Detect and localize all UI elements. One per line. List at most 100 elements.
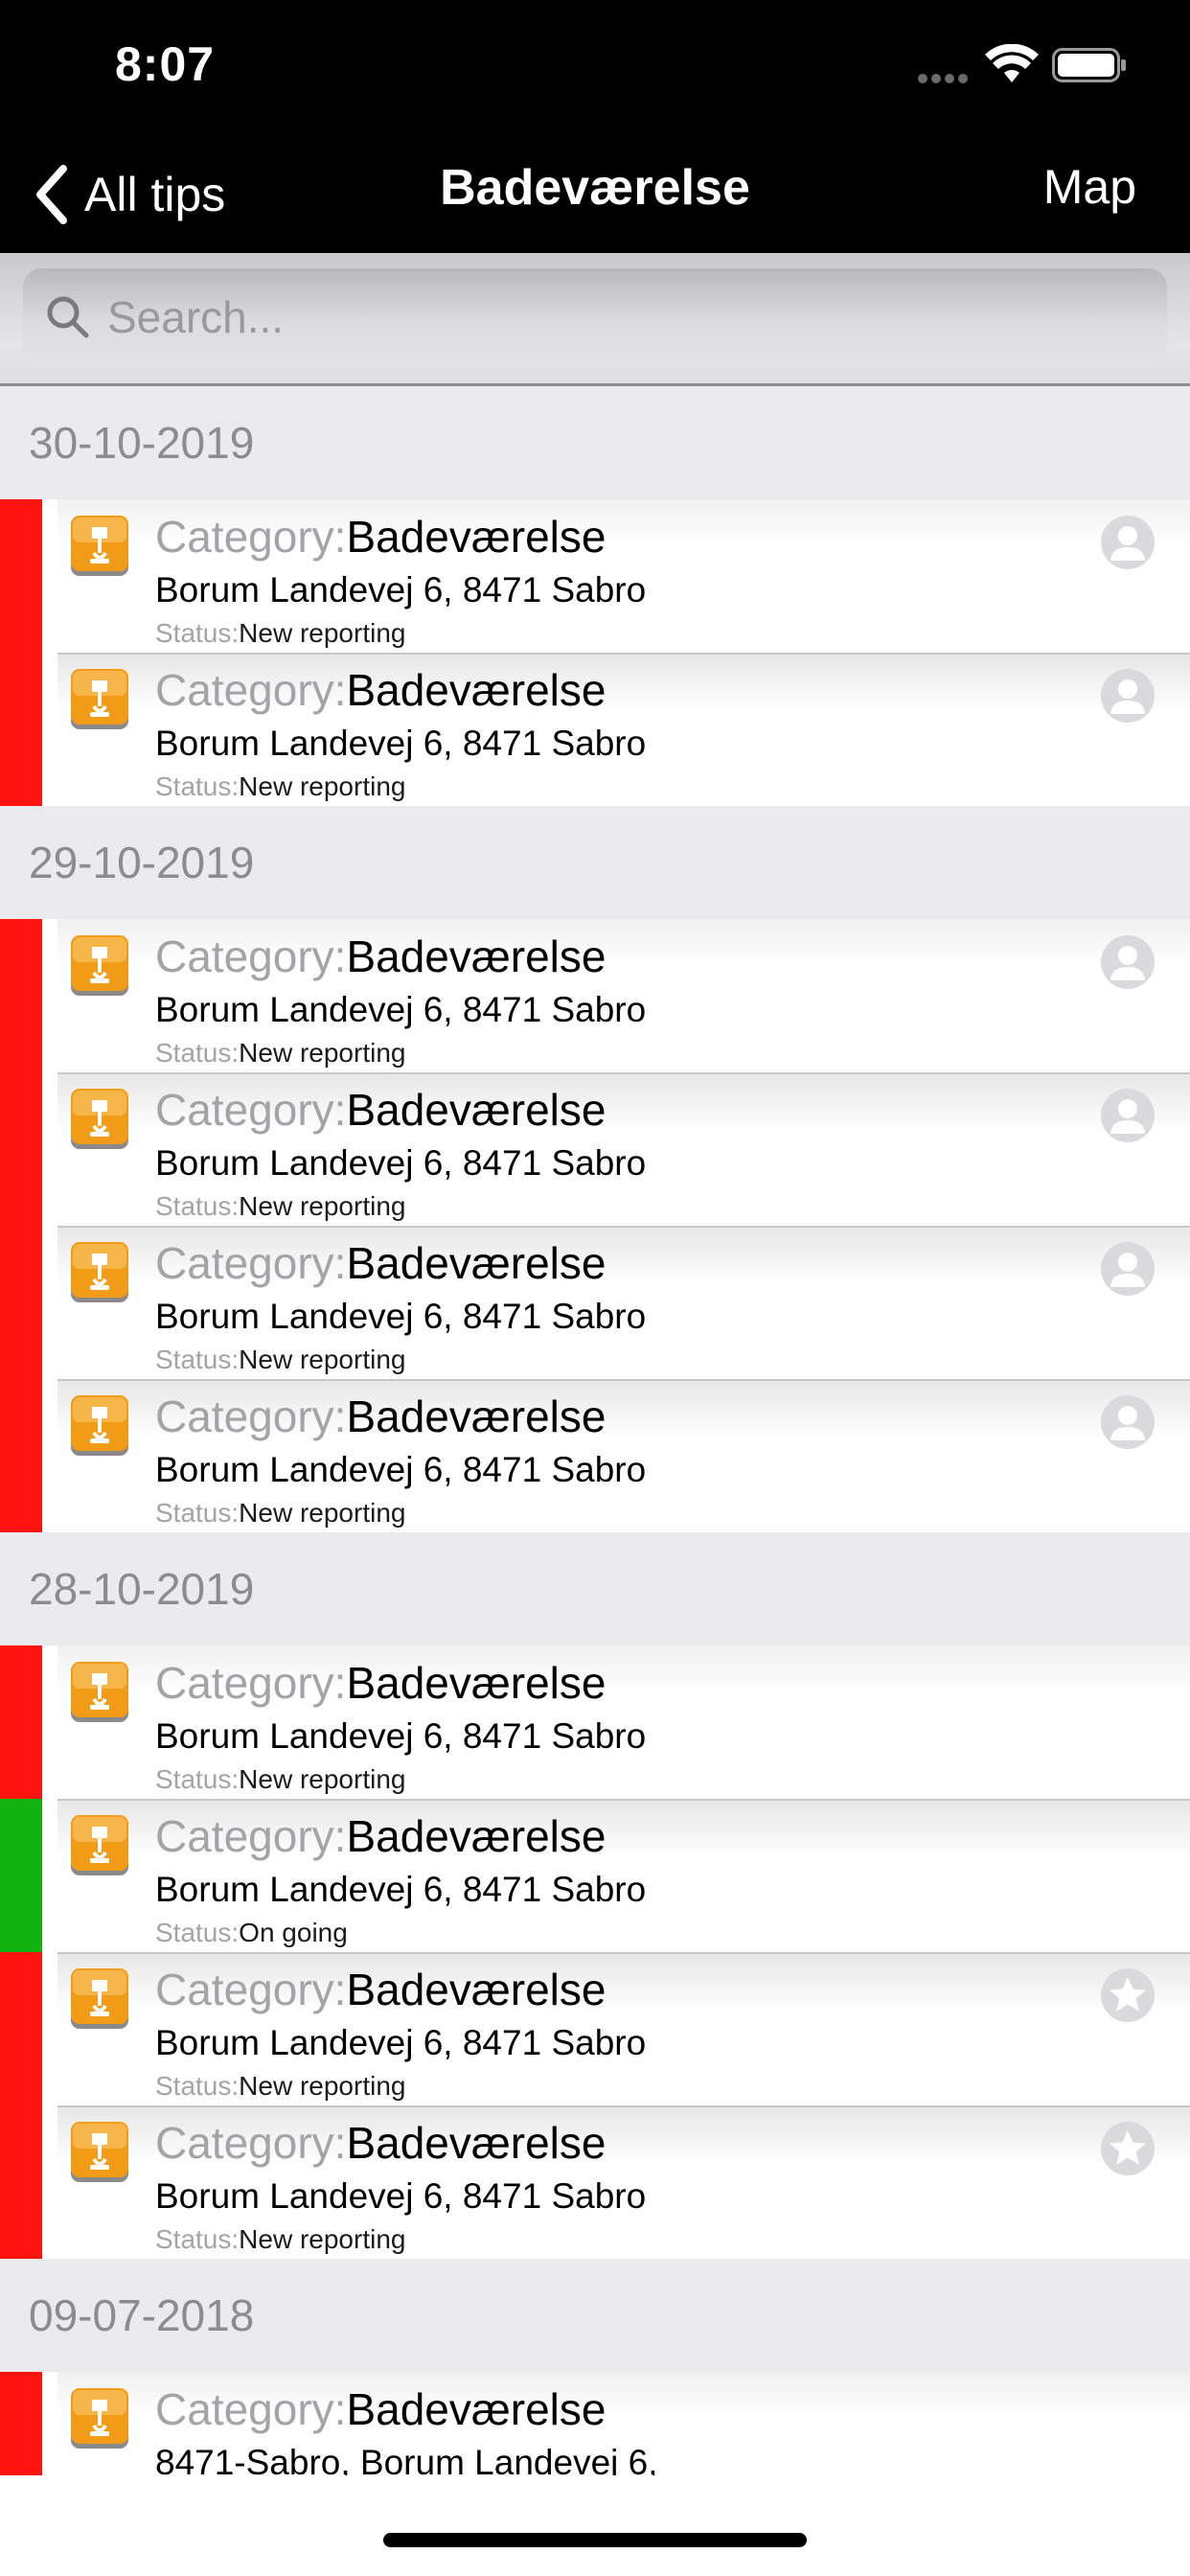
status-value: New reporting <box>239 1191 406 1221</box>
status-value: New reporting <box>239 1345 406 1374</box>
tip-cell[interactable]: Category:Badeværelse Borum Landevej 6, 8… <box>57 919 1190 1072</box>
list-item[interactable]: Category:Badeværelse 8471-Sabro, Borum L… <box>0 2372 1190 2475</box>
tip-category-icon <box>71 2388 128 2449</box>
status-value: New reporting <box>239 1764 406 1794</box>
map-button[interactable]: Map <box>1043 159 1136 215</box>
category-value: Badeværelse <box>346 665 606 715</box>
address-text: Borum Landevej 6, 8471 Sabro <box>155 1297 647 1336</box>
list-item[interactable]: Category:Badeværelse Borum Landevej 6, 8… <box>0 1952 1190 2105</box>
list-item[interactable]: Category:Badeværelse Borum Landevej 6, 8… <box>0 1379 1190 1532</box>
address-text: Borum Landevej 6, 8471 Sabro <box>155 1716 647 1756</box>
section-header-date: 29-10-2019 <box>0 806 1190 919</box>
star-icon <box>1101 2122 1155 2175</box>
list-item[interactable]: Category:Badeværelse Borum Landevej 6, 8… <box>0 1799 1190 1952</box>
category-value: Badeværelse <box>346 1238 606 1288</box>
status-label: Status: <box>155 1345 240 1374</box>
tip-cell[interactable]: Category:Badeværelse Borum Landevej 6, 8… <box>57 499 1190 653</box>
status-color-bar <box>0 1379 42 1532</box>
category-value: Badeværelse <box>346 932 606 981</box>
tip-category-icon <box>71 2122 128 2182</box>
list-item[interactable]: Category:Badeværelse Borum Landevej 6, 8… <box>0 919 1190 1072</box>
category-value: Badeværelse <box>346 1965 606 2014</box>
search-field[interactable] <box>23 268 1167 366</box>
tips-list[interactable]: 30-10-2019 Category:Badeværelse Borum La… <box>0 386 1190 2475</box>
status-value: On going <box>239 1918 348 1947</box>
list-item[interactable]: Category:Badeværelse Borum Landevej 6, 8… <box>0 1645 1190 1799</box>
status-color-bar <box>0 1645 42 1799</box>
tip-cell[interactable]: Category:Badeværelse Borum Landevej 6, 8… <box>57 1952 1190 2105</box>
category-label: Category: <box>155 2118 347 2168</box>
search-input[interactable] <box>105 290 1115 344</box>
category-label: Category: <box>155 665 347 715</box>
status-label: Status: <box>155 1038 240 1068</box>
status-label: Status: <box>155 2071 240 2101</box>
address-text: 8471-Sabro, Borum Landevej 6, <box>155 2443 658 2475</box>
category-value: Badeværelse <box>346 2118 606 2168</box>
list-item[interactable]: Category:Badeværelse Borum Landevej 6, 8… <box>0 1072 1190 1226</box>
chevron-left-icon <box>36 165 67 224</box>
status-value: New reporting <box>239 618 406 648</box>
status-color-bar <box>0 653 42 806</box>
category-label: Category: <box>155 1811 347 1861</box>
address-text: Borum Landevej 6, 8471 Sabro <box>155 1870 647 1909</box>
tip-category-icon <box>71 669 128 729</box>
tip-category-icon <box>71 1815 128 1875</box>
tip-cell[interactable]: Category:Badeværelse Borum Landevej 6, 8… <box>57 653 1190 806</box>
address-text: Borum Landevej 6, 8471 Sabro <box>155 570 647 610</box>
tip-category-icon <box>71 1968 128 2029</box>
list-item[interactable]: Category:Badeværelse Borum Landevej 6, 8… <box>0 2105 1190 2259</box>
person-icon <box>1101 1242 1155 1296</box>
navigation-bar: All tips Badeværelse Map <box>0 144 1190 253</box>
category-label: Category: <box>155 932 347 981</box>
list-item[interactable]: Category:Badeværelse Borum Landevej 6, 8… <box>0 653 1190 806</box>
status-color-bar <box>0 2105 42 2259</box>
list-item[interactable]: Category:Badeværelse Borum Landevej 6, 8… <box>0 499 1190 653</box>
status-label: Status: <box>155 1764 240 1794</box>
list-item[interactable]: Category:Badeværelse Borum Landevej 6, 8… <box>0 1226 1190 1379</box>
status-time: 8:07 <box>115 37 216 91</box>
row-divider <box>57 1226 1190 1228</box>
row-divider <box>57 1799 1190 1801</box>
category-value: Badeværelse <box>346 512 606 562</box>
category-label: Category: <box>155 1085 347 1135</box>
section-header-date: 09-07-2018 <box>0 2259 1190 2372</box>
status-color-bar <box>0 2372 42 2475</box>
status-label: Status: <box>155 1191 240 1221</box>
status-label: Status: <box>155 771 240 801</box>
row-divider <box>57 1952 1190 1954</box>
tip-cell[interactable]: Category:Badeværelse Borum Landevej 6, 8… <box>57 1379 1190 1532</box>
category-label: Category: <box>155 1965 347 2014</box>
search-icon <box>47 296 89 338</box>
address-text: Borum Landevej 6, 8471 Sabro <box>155 724 647 763</box>
battery-icon <box>1052 48 1126 82</box>
status-color-bar <box>0 919 42 1072</box>
tip-category-icon <box>71 516 128 576</box>
back-button-label: All tips <box>84 168 226 221</box>
category-label: Category: <box>155 512 347 562</box>
status-label: Status: <box>155 1498 240 1528</box>
status-label: Status: <box>155 1918 240 1947</box>
status-label: Status: <box>155 2224 240 2254</box>
tip-cell[interactable]: Category:Badeværelse Borum Landevej 6, 8… <box>57 2105 1190 2259</box>
tip-cell[interactable]: Category:Badeværelse Borum Landevej 6, 8… <box>57 1226 1190 1379</box>
tip-category-icon <box>71 1395 128 1456</box>
status-value: New reporting <box>239 771 406 801</box>
tip-cell[interactable]: Category:Badeværelse Borum Landevej 6, 8… <box>57 1072 1190 1226</box>
status-color-bar <box>0 1226 42 1379</box>
status-color-bar <box>0 1072 42 1226</box>
tip-category-icon <box>71 1242 128 1302</box>
row-divider <box>57 1072 1190 1074</box>
tip-cell[interactable]: Category:Badeværelse Borum Landevej 6, 8… <box>57 1645 1190 1799</box>
status-color-bar <box>0 1799 42 1952</box>
status-value: New reporting <box>239 2071 406 2101</box>
status-bar: 8:07 <box>0 0 1190 144</box>
status-value: New reporting <box>239 2224 406 2254</box>
tip-cell[interactable]: Category:Badeværelse 8471-Sabro, Borum L… <box>57 2372 1190 2475</box>
person-icon <box>1101 935 1155 989</box>
tip-cell[interactable]: Category:Badeværelse Borum Landevej 6, 8… <box>57 1799 1190 1952</box>
back-button[interactable]: All tips <box>33 161 225 228</box>
tip-category-icon <box>71 935 128 996</box>
cellular-signal-icon <box>918 71 972 83</box>
status-label: Status: <box>155 618 240 648</box>
search-bar <box>0 253 1190 386</box>
